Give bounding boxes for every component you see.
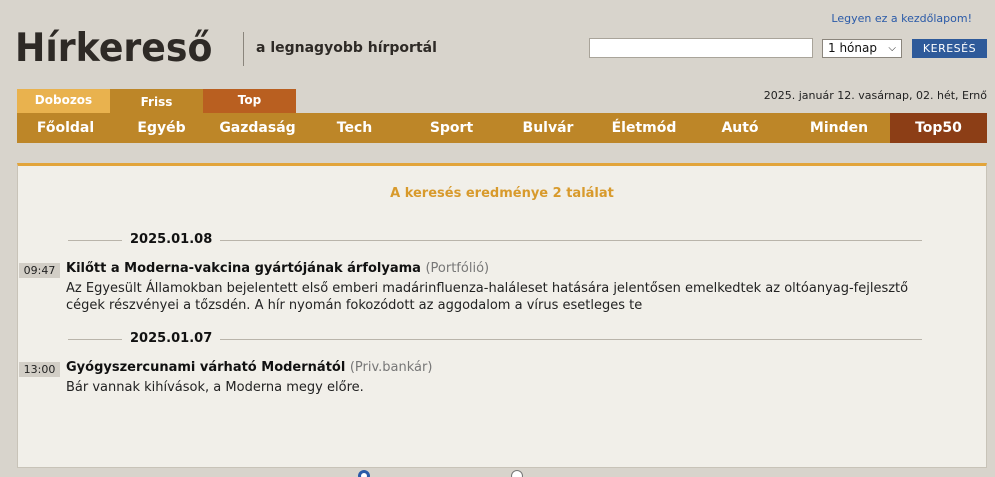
news-source[interactable]: (Priv.bankár) [350,360,433,375]
date-heading: 2025.01.08 [68,232,922,248]
nav-fooldal[interactable]: Főoldal [17,113,114,143]
nav-tech[interactable]: Tech [306,113,403,143]
radio-button[interactable] [511,470,523,477]
news-source[interactable]: (Portfólió) [425,261,489,276]
logo-divider [243,32,244,66]
radio-button[interactable] [358,470,370,477]
news-time: 09:47 [19,263,60,278]
view-tabs: Dobozos Friss Top [17,89,296,115]
news-title-link[interactable]: Kilőtt a Moderna-vakcina gyártójának árf… [66,261,489,276]
nav-gazdasag[interactable]: Gazdaság [209,113,306,143]
tab-dobozos[interactable]: Dobozos [17,89,110,113]
date-heading: 2025.01.07 [68,331,922,347]
nav-minden[interactable]: Minden [788,113,890,143]
period-select-value: 1 hónap [828,41,877,55]
news-title-text[interactable]: Gyógyszercunami várható Modernától [66,360,345,375]
site-logo[interactable]: Hírkereső [15,26,212,71]
tab-top[interactable]: Top [203,89,296,113]
nav-sport[interactable]: Sport [403,113,500,143]
nav-bulvar[interactable]: Bulvár [500,113,596,143]
period-select[interactable]: 1 hónap ⌵ [822,39,902,58]
nav-auto[interactable]: Autó [692,113,788,143]
date-heading-label: 2025.01.08 [122,232,221,247]
site-tagline: a legnagyobb hírportál [256,40,437,56]
date-heading-label: 2025.01.07 [122,331,221,346]
news-lead: Az Egyesült Államokban bejelentett első … [66,281,909,313]
nav-egyeb[interactable]: Egyéb [114,113,209,143]
bottom-radio-group [358,470,527,477]
search-button[interactable]: KERESÉS [912,39,987,58]
nav-eletmod[interactable]: Életmód [596,113,692,143]
search-results-panel: A keresés eredménye 2 találat 2025.01.08… [17,163,987,468]
result-summary: A keresés eredménye 2 találat [390,186,614,201]
news-time: 13:00 [19,362,60,377]
tab-friss[interactable]: Friss [110,89,203,115]
nav-top50[interactable]: Top50 [890,113,987,143]
current-date: 2025. január 12. vasárnap, 02. hét, Ernő [763,89,987,102]
set-homepage-link[interactable]: Legyen ez a kezdőlapom! [831,12,972,25]
chevron-down-icon: ⌵ [888,43,896,54]
news-title-text[interactable]: Kilőtt a Moderna-vakcina gyártójának árf… [66,261,421,276]
news-title-link[interactable]: Gyógyszercunami várható Modernától (Priv… [66,360,432,375]
news-lead: Bár vannak kihívások, a Moderna megy elő… [66,380,364,395]
header: Hírkereső a legnagyobb hírportál Legyen … [0,0,995,80]
search-input[interactable] [589,38,813,58]
main-nav: Főoldal Egyéb Gazdaság Tech Sport Bulvár… [17,113,987,143]
